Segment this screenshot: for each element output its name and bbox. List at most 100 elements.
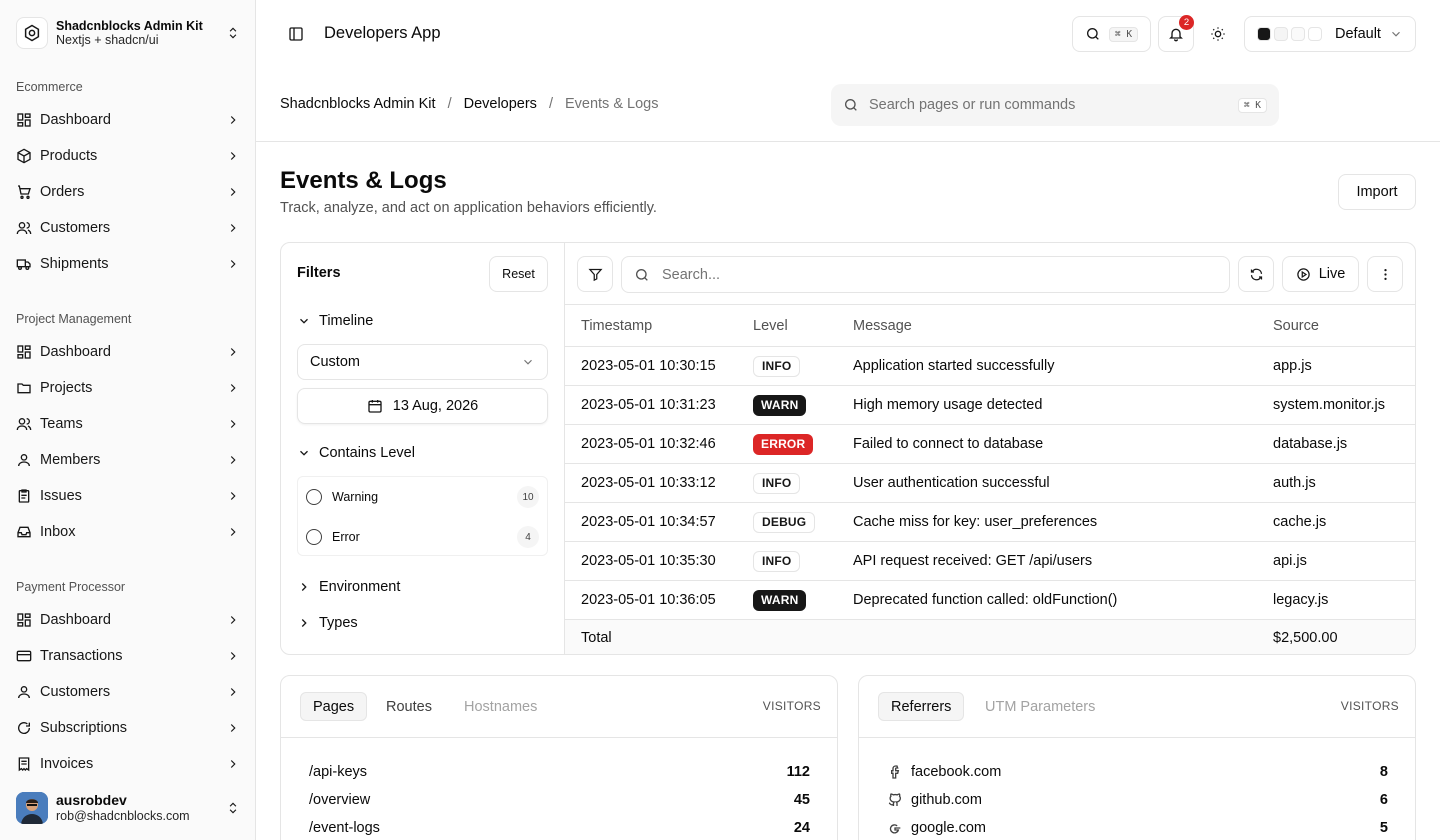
table-row[interactable]: 2023-05-01 10:36:05 WARN Deprecated func… bbox=[565, 580, 1415, 620]
table-row[interactable]: 2023-05-01 10:32:46 ERROR Failed to conn… bbox=[565, 424, 1415, 464]
tab-pages[interactable]: Pages bbox=[300, 692, 368, 721]
breadcrumb-section[interactable]: Developers bbox=[464, 96, 537, 112]
level-badge: ERROR bbox=[753, 433, 814, 455]
visitor-count: 6 bbox=[1379, 792, 1388, 808]
sidebar-toggle-button[interactable] bbox=[288, 26, 304, 42]
accordion-environment[interactable]: Environment bbox=[297, 579, 400, 595]
user-menu[interactable]: ausrobdev rob@shadcnblocks.com bbox=[16, 791, 240, 825]
column-header-source[interactable]: Source bbox=[1273, 304, 1415, 347]
total-value: $2,500.00 bbox=[1273, 619, 1415, 654]
sidebar-item-ecommerce-customers[interactable]: Customers bbox=[16, 216, 240, 240]
list-item[interactable]: /overview 45 bbox=[309, 790, 810, 810]
user-icon bbox=[18, 454, 30, 467]
column-header-message[interactable]: Message bbox=[853, 304, 1273, 347]
table-row[interactable]: 2023-05-01 10:30:15 INFO Application sta… bbox=[565, 346, 1415, 386]
sidebar-item-members[interactable]: Members bbox=[16, 448, 240, 472]
sidebar-item-shipments[interactable]: Shipments bbox=[16, 252, 240, 276]
table-row[interactable]: 2023-05-01 10:35:30 INFO API request rec… bbox=[565, 541, 1415, 581]
cell-source: system.monitor.js bbox=[1273, 385, 1415, 425]
list-item[interactable]: github.com 6 bbox=[887, 790, 1388, 810]
accordion-contains-level[interactable]: Contains Level bbox=[297, 445, 415, 461]
github-icon bbox=[888, 793, 901, 806]
google-icon bbox=[889, 824, 901, 834]
sidebar-item-teams[interactable]: Teams bbox=[16, 412, 240, 436]
theme-swatch bbox=[1291, 27, 1305, 41]
sidebar-item-label: Inbox bbox=[40, 524, 76, 540]
sidebar-item-label: Invoices bbox=[40, 756, 94, 772]
sidebar-item-transactions[interactable]: Transactions bbox=[16, 644, 240, 668]
sidebar-item-label: Members bbox=[40, 452, 101, 468]
sidebar-item-issues[interactable]: Issues bbox=[16, 484, 240, 508]
tab-referrers[interactable]: Referrers bbox=[878, 692, 965, 721]
cell-message: High memory usage detected bbox=[853, 385, 1273, 425]
events-logs-panel: Filters Reset Timeline Custom 13 Aug, 20… bbox=[280, 242, 1416, 655]
level-badge: INFO bbox=[753, 355, 801, 377]
import-button[interactable]: Import bbox=[1338, 174, 1416, 210]
table-row[interactable]: 2023-05-01 10:33:12 INFO User authentica… bbox=[565, 463, 1415, 503]
sun-icon bbox=[1211, 27, 1225, 41]
level-option-label: Warning bbox=[332, 490, 379, 504]
column-header-level[interactable]: Level bbox=[753, 304, 853, 347]
table-row[interactable]: 2023-05-01 10:31:23 WARN High memory usa… bbox=[565, 385, 1415, 425]
sidebar-item-projects[interactable]: Projects bbox=[16, 376, 240, 400]
list-item[interactable]: google.com 5 bbox=[887, 818, 1388, 838]
referrer-site: github.com bbox=[911, 792, 982, 808]
list-item[interactable]: /api-keys 112 bbox=[309, 762, 810, 782]
error-checkbox[interactable] bbox=[306, 529, 322, 545]
sidebar-item-inbox[interactable]: Inbox bbox=[16, 520, 240, 544]
sidebar-item-payment-customers[interactable]: Customers bbox=[16, 680, 240, 704]
list-item[interactable]: /event-logs 24 bbox=[309, 818, 810, 838]
log-search-input[interactable]: Search... bbox=[621, 256, 1230, 293]
live-button[interactable]: Live bbox=[1282, 256, 1359, 292]
sidebar-item-subscriptions[interactable]: Subscriptions bbox=[16, 716, 240, 740]
column-header-timestamp[interactable]: Timestamp bbox=[565, 304, 753, 347]
list-item[interactable]: facebook.com 8 bbox=[887, 762, 1388, 782]
brand-switcher[interactable]: Shadcnblocks Admin Kit Nextjs + shadcn/u… bbox=[16, 16, 240, 50]
warning-checkbox[interactable] bbox=[306, 489, 322, 505]
tab-utm-parameters[interactable]: UTM Parameters bbox=[973, 692, 1107, 721]
sidebar-item-label: Customers bbox=[40, 684, 111, 700]
sidebar-item-ecommerce-dashboard[interactable]: Dashboard bbox=[16, 108, 240, 132]
sidebar-item-orders[interactable]: Orders bbox=[16, 180, 240, 204]
sidebar-item-invoices[interactable]: Invoices bbox=[16, 752, 240, 776]
command-search-input[interactable]: Search pages or run commands ⌘ K bbox=[831, 84, 1279, 126]
visitors-column-label: VISITORS bbox=[762, 699, 821, 713]
cell-level: WARN bbox=[753, 580, 853, 620]
date-picker-button[interactable]: 13 Aug, 2026 bbox=[297, 388, 548, 424]
sidebar-item-payment-dashboard[interactable]: Dashboard bbox=[16, 608, 240, 632]
breadcrumb-bar: Shadcnblocks Admin Kit / Developers / Ev… bbox=[256, 68, 1440, 142]
theme-select[interactable]: Default bbox=[1244, 16, 1416, 52]
cell-timestamp: 2023-05-01 10:33:12 bbox=[565, 463, 753, 503]
theme-toggle-button[interactable] bbox=[1210, 26, 1226, 42]
tab-routes[interactable]: Routes bbox=[374, 692, 444, 721]
logs-table: Timestamp Level Message Source 2023-05-0… bbox=[565, 304, 1415, 654]
top-bar: Developers App ⌘ K 2 Default bbox=[256, 0, 1440, 68]
cell-level: INFO bbox=[753, 541, 853, 581]
user-name: ausrobdev bbox=[56, 792, 127, 809]
theme-swatch bbox=[1308, 27, 1322, 41]
sidebar-item-products[interactable]: Products bbox=[16, 144, 240, 168]
cell-message: User authentication successful bbox=[853, 463, 1273, 503]
breadcrumb-root[interactable]: Shadcnblocks Admin Kit bbox=[280, 96, 436, 112]
level-option-warning[interactable]: Warning 10 bbox=[306, 486, 539, 508]
calendar-icon bbox=[368, 400, 382, 413]
global-search-button[interactable]: ⌘ K bbox=[1072, 16, 1151, 52]
refresh-button[interactable] bbox=[1238, 256, 1274, 292]
sidebar-item-pm-dashboard[interactable]: Dashboard bbox=[16, 340, 240, 364]
accordion-timeline[interactable]: Timeline bbox=[297, 313, 373, 329]
chevrons-up-down-icon bbox=[229, 27, 237, 39]
filter-toggle-button[interactable] bbox=[577, 256, 613, 292]
chevron-right-icon bbox=[230, 260, 236, 268]
cell-message: Deprecated function called: oldFunction(… bbox=[853, 580, 1273, 620]
level-option-error[interactable]: Error 4 bbox=[306, 526, 539, 548]
page-path: /overview bbox=[309, 792, 371, 808]
accordion-types[interactable]: Types bbox=[297, 615, 358, 631]
date-picker-value: 13 Aug, 2026 bbox=[392, 398, 479, 414]
clipboard-icon bbox=[18, 489, 30, 503]
more-options-button[interactable] bbox=[1367, 256, 1403, 292]
timeline-select[interactable]: Custom bbox=[297, 344, 548, 380]
tab-hostnames[interactable]: Hostnames bbox=[452, 692, 549, 721]
reset-filters-button[interactable]: Reset bbox=[489, 256, 548, 292]
table-row[interactable]: 2023-05-01 10:34:57 DEBUG Cache miss for… bbox=[565, 502, 1415, 542]
live-label: Live bbox=[1318, 266, 1346, 282]
